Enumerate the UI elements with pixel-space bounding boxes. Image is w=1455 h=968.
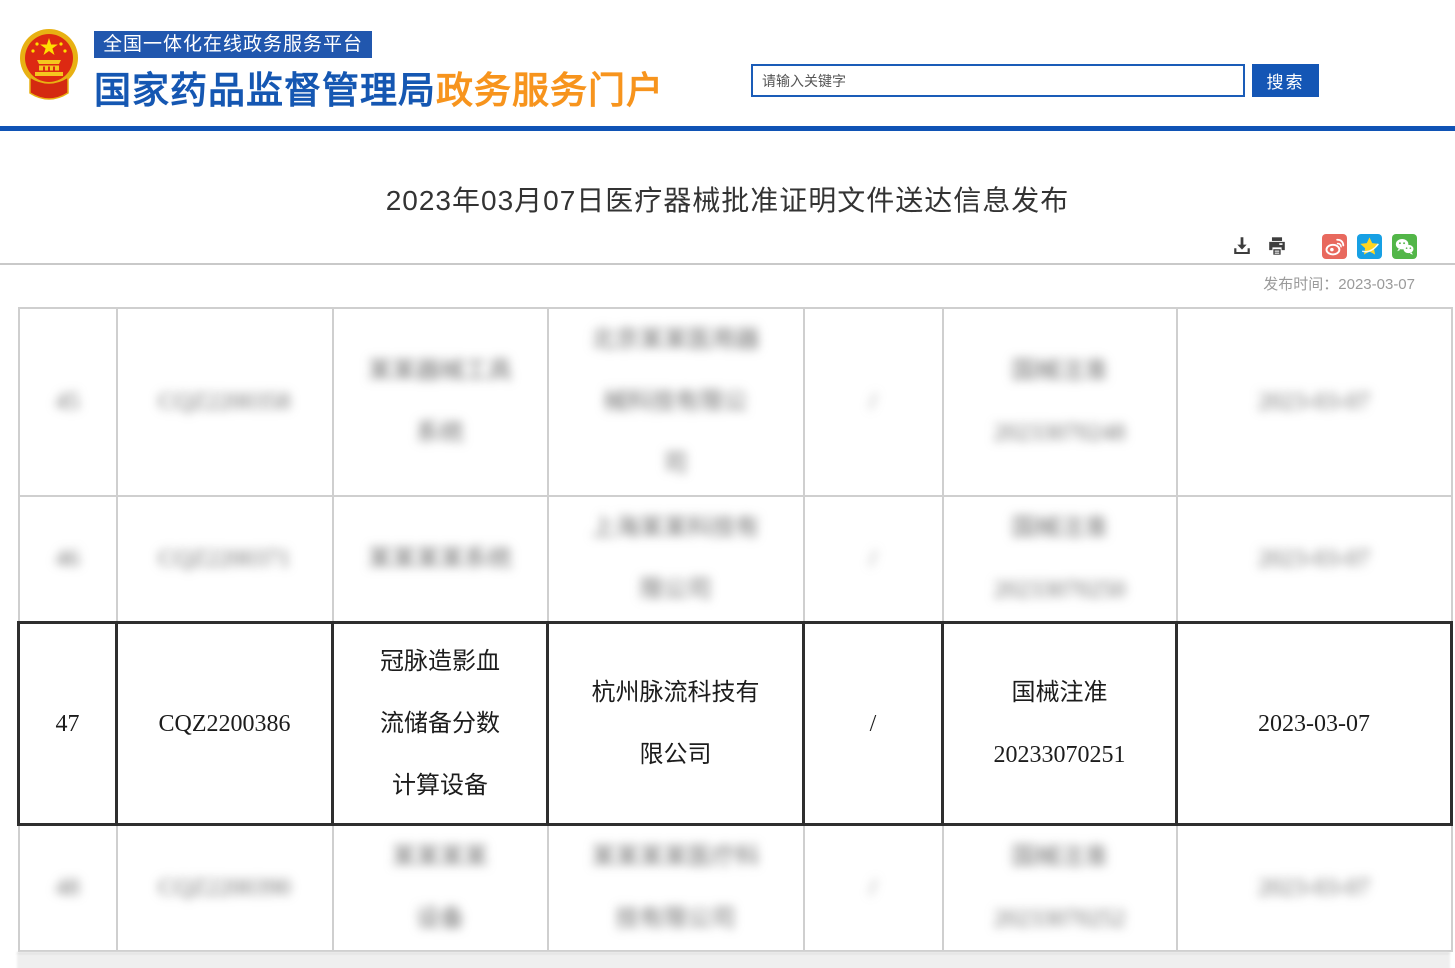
col-approval-date: 2023-03-07 — [1177, 825, 1452, 952]
search-input[interactable] — [751, 64, 1245, 97]
col-acceptance-no: CQZ2200358 — [117, 308, 333, 496]
share-wechat-icon[interactable] — [1391, 233, 1417, 259]
search-button[interactable]: 搜索 — [1252, 64, 1319, 97]
share-weibo-icon[interactable] — [1321, 233, 1347, 259]
col-approval-date: 2023-03-07 — [1177, 623, 1452, 825]
col-agent: / — [804, 496, 943, 623]
col-product-name: 某某某某系统 — [333, 496, 548, 623]
publish-time-value: 2023-03-07 — [1338, 276, 1415, 293]
share-qzone-icon[interactable] — [1356, 233, 1382, 259]
cropped-next-row — [17, 952, 1450, 968]
col-approval-date: 2023-03-07 — [1177, 496, 1452, 623]
platform-badge: 全国一体化在线政务服务平台 — [94, 31, 372, 58]
col-agent: / — [804, 623, 943, 825]
print-icon[interactable] — [1264, 233, 1290, 259]
header-divider — [0, 126, 1455, 131]
table-row: 45 CQZ2200358 某某器械工具 系统 北京某某医用器 械科技有限公 司… — [19, 308, 1452, 496]
col-registration-no: 国械注准 20233070250 — [943, 496, 1177, 623]
publish-time-label: 发布时间： — [1263, 276, 1338, 293]
col-acceptance-no: CQZ2200390 — [117, 825, 333, 952]
download-icon[interactable] — [1229, 233, 1255, 259]
page-title: 2023年03月07日医疗器械批准证明文件送达信息发布 — [0, 179, 1455, 209]
col-company: 上海某某科技有 限公司 — [548, 496, 804, 623]
portal-name: 政务服务门户 — [436, 70, 664, 111]
col-product-name: 冠脉造影血 流储备分数 计算设备 — [333, 623, 548, 825]
publish-time: 发布时间：2023-03-07 — [0, 273, 1455, 293]
col-index: 47 — [19, 623, 117, 825]
site-title: 国家药品监督管理局政务服务门户 — [94, 60, 664, 114]
col-index: 48 — [19, 825, 117, 952]
col-registration-no: 国械注准 20233070248 — [943, 308, 1177, 496]
approval-table: 45 CQZ2200358 某某器械工具 系统 北京某某医用器 械科技有限公 司… — [17, 307, 1450, 952]
col-registration-no: 国械注准 20233070252 — [943, 825, 1177, 952]
site-brand: 全国一体化在线政务服务平台 国家药品监督管理局政务服务门户 — [94, 31, 664, 114]
col-index: 46 — [19, 496, 117, 623]
national-emblem-logo[interactable] — [18, 27, 80, 105]
col-company: 杭州脉流科技有 限公司 — [548, 623, 804, 825]
table-row: 48 CQZ2200390 某某某某 设备 某某某某医疗科 技有限公司 / 国械… — [19, 825, 1452, 952]
toolbar-divider — [0, 263, 1455, 265]
col-acceptance-no: CQZ2200371 — [117, 496, 333, 623]
col-product-name: 某某器械工具 系统 — [333, 308, 548, 496]
col-registration-no: 国械注准 20233070251 — [943, 623, 1177, 825]
table-row: 46 CQZ2200371 某某某某系统 上海某某科技有 限公司 / 国械注准 … — [19, 496, 1452, 623]
col-product-name: 某某某某 设备 — [333, 825, 548, 952]
col-agent: / — [804, 308, 943, 496]
col-agent: / — [804, 825, 943, 952]
col-approval-date: 2023-03-07 — [1177, 308, 1452, 496]
search-bar: 搜索 — [751, 64, 1319, 97]
col-company: 北京某某医用器 械科技有限公 司 — [548, 308, 804, 496]
col-company: 某某某某医疗科 技有限公司 — [548, 825, 804, 952]
table-row: 47 CQZ2200386 冠脉造影血 流储备分数 计算设备 杭州脉流科技有 限… — [19, 623, 1452, 825]
col-acceptance-no: CQZ2200386 — [117, 623, 333, 825]
col-index: 45 — [19, 308, 117, 496]
share-toolbar — [0, 233, 1455, 259]
site-header: 全国一体化在线政务服务平台 国家药品监督管理局政务服务门户 搜索 — [0, 0, 1455, 126]
agency-name: 国家药品监督管理局 — [94, 70, 436, 111]
